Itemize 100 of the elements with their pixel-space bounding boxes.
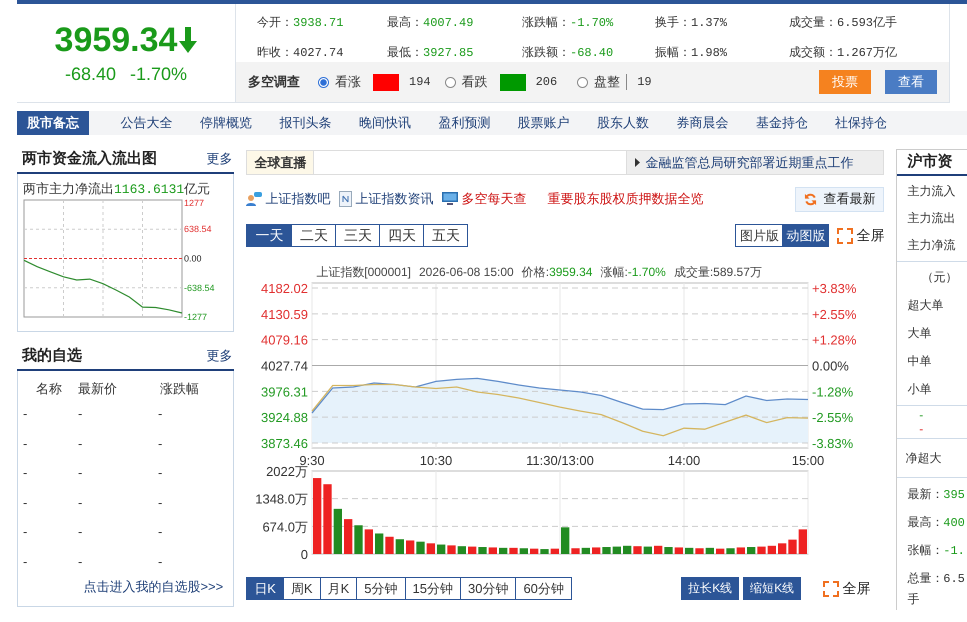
time-tick-label: 15:00: [792, 453, 825, 468]
table-cell-text: -: [158, 554, 164, 569]
axis-tick-label: -1277: [184, 312, 208, 322]
volume-tick-label: 1348.0万: [255, 492, 308, 507]
volume-bar: [798, 529, 808, 554]
axis-tick-label: -638.54: [184, 282, 215, 293]
table-cell-text: -: [78, 436, 84, 451]
document-icon: [339, 191, 352, 207]
stat-value: 3927.85: [423, 46, 474, 60]
volume-bar: [778, 543, 787, 554]
change-value: -1.70%: [628, 265, 666, 279]
nav-link[interactable]: 公告大全: [107, 114, 186, 132]
volume-bar: [540, 549, 549, 554]
quote-label: 张幅：: [907, 543, 944, 557]
change-label: 涨幅:: [600, 265, 628, 279]
vote-count: 194: [409, 75, 431, 89]
nav-link[interactable]: 股东人数: [583, 114, 663, 132]
stat-value: 1.37%: [691, 16, 728, 30]
empty-value: -: [919, 422, 924, 436]
column-header: 涨跌幅: [160, 380, 200, 398]
stat-value: 6.593亿手: [837, 16, 898, 30]
volume-bar: [406, 540, 415, 554]
nav-link[interactable]: 券商晨会: [662, 114, 742, 132]
watchlist-link[interactable]: 点击进入我的自选股>>>: [83, 579, 224, 594]
quote-time: 2026-06-08 15:00: [418, 265, 514, 279]
stat-label: 振幅：: [655, 45, 691, 59]
nav-link[interactable]: 停牌概览: [186, 114, 266, 132]
quote-label: 总量：: [907, 571, 944, 585]
table-cell-text: -: [158, 465, 164, 480]
time-tick-label: 10:30: [420, 453, 453, 468]
nav-link[interactable]: 社保持仓: [822, 114, 901, 132]
quote-label: 最新：: [907, 487, 944, 501]
nav-link[interactable]: 报刊头条: [266, 114, 346, 132]
option-label[interactable]: 盘整: [594, 73, 620, 91]
panel-title: 沪市资: [907, 153, 952, 170]
volume-bar: [364, 529, 374, 554]
view-tab[interactable]: 动图版: [782, 225, 828, 246]
row-label: 中单: [907, 354, 932, 368]
volume-bar: [458, 546, 466, 554]
table-cell-text: -: [23, 465, 28, 480]
vote-count: 206: [536, 75, 558, 89]
nav-link[interactable]: 晚间快讯: [345, 114, 425, 132]
quote-value: 400: [943, 516, 965, 530]
vote-count: 19: [637, 75, 652, 89]
refresh-button[interactable]: 查看最新: [795, 186, 884, 212]
volume-bar: [334, 508, 342, 554]
volume-bar: [716, 548, 725, 554]
volume-value: 589.57万: [713, 265, 762, 279]
nav-link[interactable]: 基金持仓: [742, 114, 822, 132]
refresh-icon: [804, 192, 818, 206]
radio-button[interactable]: [577, 76, 588, 88]
quick-link[interactable]: 上证指数资讯: [355, 190, 434, 208]
quick-link[interactable]: 重要股东股权质押数据全览: [547, 190, 704, 208]
price-tick-label: 4027.74: [261, 358, 308, 374]
volume-bar: [530, 548, 539, 554]
table-cell-text: -: [23, 436, 28, 451]
fullscreen-button[interactable]: 全屏: [815, 580, 870, 598]
option-label[interactable]: 看涨: [335, 73, 361, 91]
table-cell-text: -: [78, 406, 84, 422]
kline-tab[interactable]: 日K: [247, 578, 283, 599]
day-tab[interactable]: 一天: [247, 225, 292, 246]
table-cell-text: -: [158, 436, 164, 451]
stat-label: 成交额：: [789, 45, 837, 59]
kline-zoom-button[interactable]: 缩短K线: [743, 577, 802, 600]
view-button[interactable]: 查看: [885, 70, 937, 94]
stat-label: 成交量：: [789, 15, 837, 29]
nav-link[interactable]: 股票账户: [504, 114, 584, 132]
time-tick-label: 11:30/13:00: [526, 453, 594, 468]
stat-label: 涨跌额：: [522, 45, 570, 59]
stat-value: -1.70%: [570, 16, 614, 30]
stat-value: -68.40: [570, 46, 614, 60]
percent-tick-label: +2.55%: [812, 306, 857, 322]
more-link[interactable]: 更多: [206, 347, 232, 365]
percent-tick-label: -2.55%: [812, 410, 854, 426]
table-cell-text: -: [23, 494, 28, 510]
volume-bar: [561, 527, 570, 554]
option-label[interactable]: 看跌: [462, 73, 488, 91]
stat-label: 最高：: [387, 15, 423, 29]
fullscreen-icon: [837, 228, 854, 244]
net-outflow-caption: 两市主力净流出 1163.6131亿元: [22, 180, 212, 198]
quick-link[interactable]: 多空每天查: [461, 190, 526, 208]
volume-tick-label: 0: [301, 547, 308, 562]
stat-value: 4027.74: [293, 46, 344, 60]
table-cell-text: -: [78, 554, 84, 569]
radio-button[interactable]: [444, 76, 456, 88]
volume-bar: [416, 542, 425, 554]
more-link[interactable]: 更多: [206, 150, 232, 168]
volume-bar: [354, 525, 363, 554]
nav-link[interactable]: 盈利预测: [424, 114, 504, 132]
axis-tick-label: 1277: [184, 198, 204, 208]
axis-tick-label: 638.54: [184, 224, 212, 234]
percent-tick-label: -3.83%: [812, 436, 854, 451]
unit-label: 手: [907, 592, 920, 606]
kline-zoom-button[interactable]: 拉长K线: [681, 577, 740, 600]
percent-tick-label: +3.83%: [812, 282, 857, 296]
fullscreen-button[interactable]: 全屏: [829, 226, 884, 244]
table-cell-text: -: [158, 406, 164, 422]
radio-button[interactable]: [318, 76, 329, 88]
volume-bar: [664, 547, 673, 554]
quick-link[interactable]: 上证指数吧: [265, 190, 330, 208]
